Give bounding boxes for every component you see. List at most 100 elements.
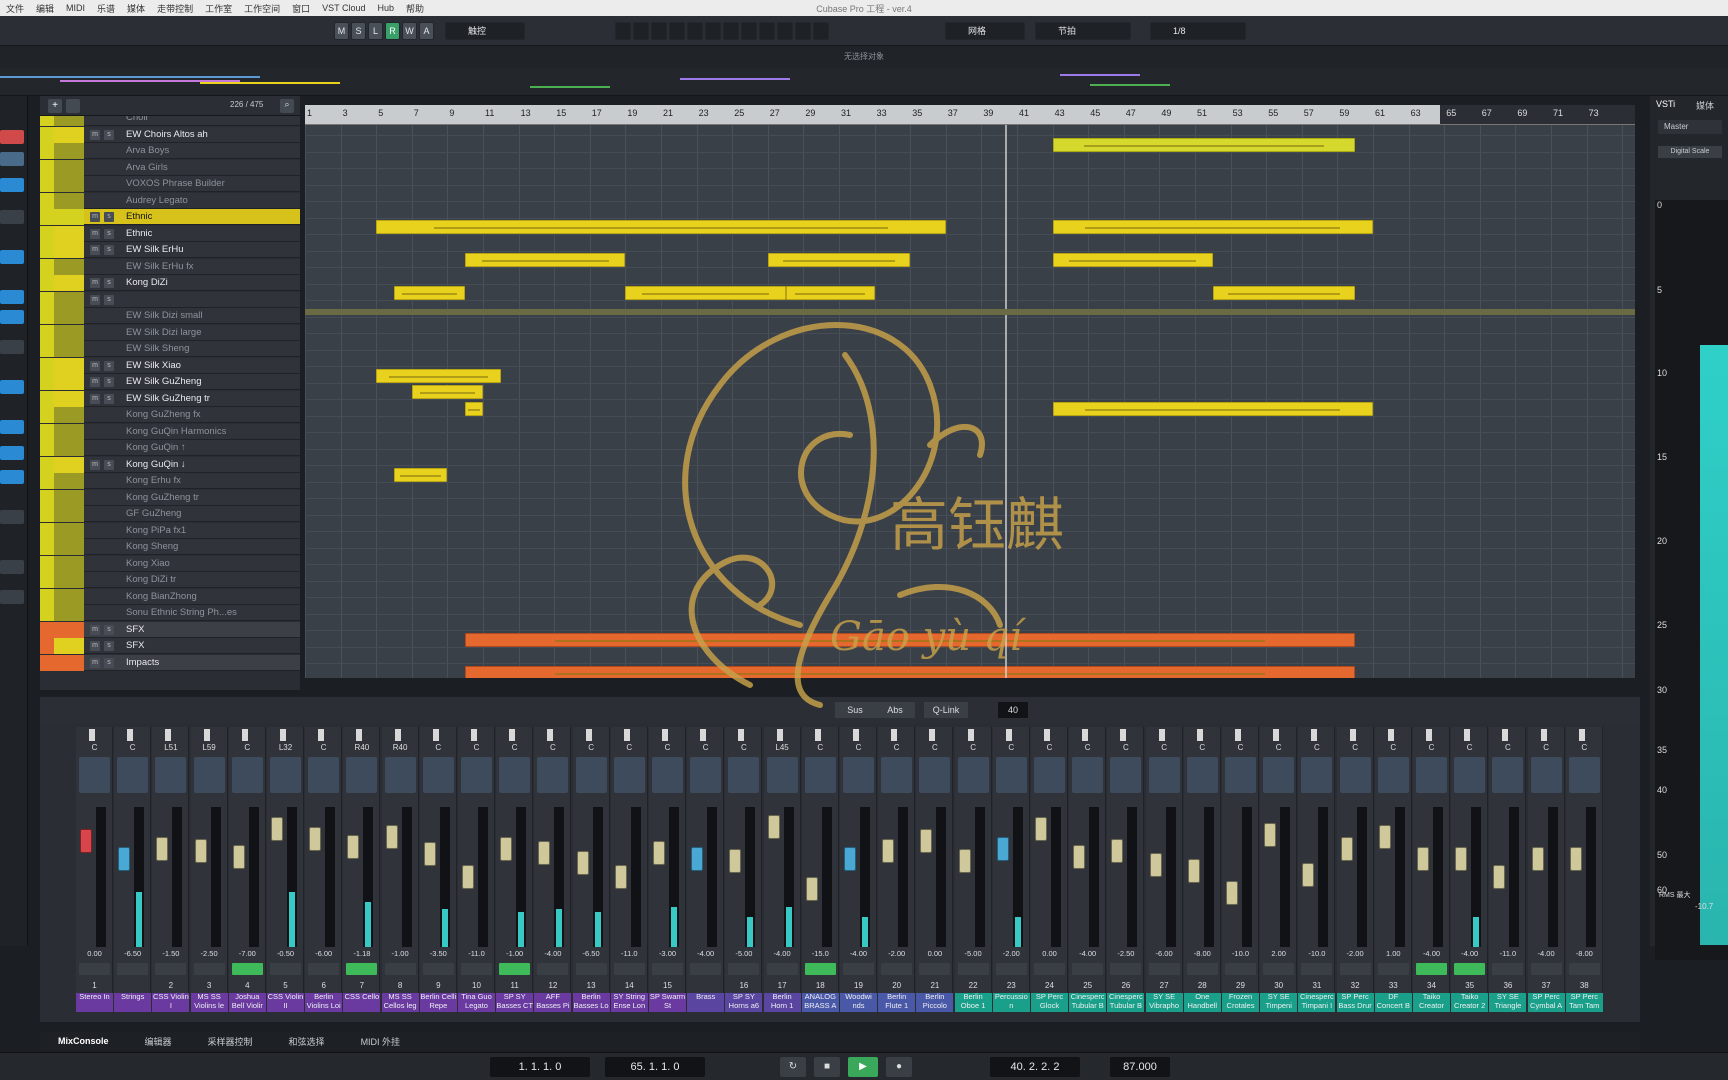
pan-knob[interactable] [165,729,172,741]
track-row[interactable]: m s Ethnic [40,209,300,225]
inspector-section-button[interactable] [0,560,24,574]
insert-slots[interactable] [79,757,110,793]
volume-fader[interactable] [1035,817,1047,841]
snap-dropdown[interactable]: 网格 [945,22,1025,40]
solo-button[interactable]: s [104,377,114,387]
volume-fader[interactable] [920,829,933,853]
track-row[interactable]: EW Silk Dizi small [40,308,300,324]
lower-zone-tab[interactable]: 采样器控制 [190,1035,271,1048]
pan-knob[interactable] [1082,729,1089,741]
track-row[interactable]: Kong GuZheng fx [40,407,300,423]
left-zone-inspector[interactable] [0,96,28,946]
monitor-button[interactable] [1301,963,1333,975]
inspector-section-button[interactable] [0,446,24,460]
menu-item[interactable]: 工作室 [199,2,238,15]
inspector-section-button[interactable] [0,470,24,484]
split-tool-icon[interactable] [651,22,667,40]
track-row[interactable]: Kong PiPa fx1 [40,522,300,539]
monitor-button[interactable] [384,963,416,975]
monitor-button[interactable] [728,963,760,975]
mixer-channel[interactable]: C -6.50 13 Berlin Basses Lo [572,727,610,1012]
add-track-button[interactable]: + [48,99,62,113]
mixer-channel[interactable]: L51 -1.50 2 CSS Violin I [152,727,190,1012]
mixer-channel[interactable]: C -10.0 29 Frozen Crotales [1222,727,1259,1012]
mixer-channel[interactable]: C -4.00 35 Taiko Creator 2 [1451,727,1489,1012]
mute-button[interactable]: m [90,228,100,239]
pan-knob[interactable] [1464,729,1471,741]
toolbar-button-s[interactable]: S [351,22,366,40]
mute-button[interactable]: m [90,459,100,470]
solo-button[interactable]: s [104,228,114,239]
monitor-button[interactable] [193,963,225,975]
inspector-section-button[interactable] [0,510,24,524]
monitor-button[interactable] [1034,963,1065,975]
mixer-channel[interactable]: C -4.00 37 SP Perc Cymbal A [1527,727,1565,1012]
monitor-button[interactable] [1148,963,1180,975]
mixer-channel[interactable]: C -8.00 38 SP Perc Tam Tam [1565,727,1603,1012]
menu-item[interactable]: Hub [371,3,400,13]
timewarp-tool-icon[interactable] [741,22,757,40]
track-row[interactable]: Arva Boys [40,143,300,159]
volume-fader[interactable] [996,837,1009,861]
pan-knob[interactable] [700,729,707,741]
channel-count[interactable]: 40 [998,702,1028,718]
volume-fader[interactable] [767,815,780,839]
tempo-display[interactable]: 87.000 [1110,1057,1170,1077]
volume-fader[interactable] [1569,847,1582,871]
pan-knob[interactable] [623,729,630,741]
pointer-tool-icon[interactable] [615,22,631,40]
insert-slots[interactable] [1225,757,1256,793]
track-row[interactable]: m s EW Silk ErHu [40,242,300,258]
inspector-section-button[interactable] [0,250,24,264]
master-output[interactable]: Master [1658,120,1722,134]
insert-slots[interactable] [1492,757,1524,793]
ruler[interactable]: 1 3 5 7 9 11 13 15 17 19 21 23 25 27 29 31 33 35 37 39 41 43 4… [305,105,1635,125]
volume-fader[interactable] [805,877,818,901]
mixer-channel[interactable]: C -5.00 16 SP SY Horns a6 [725,727,763,1012]
insert-slots[interactable] [1110,757,1142,793]
pan-knob[interactable] [432,729,439,741]
mixer-channel[interactable]: C -10.0 31 Cinesperc Timpani I [1298,727,1336,1012]
insert-slots[interactable] [690,757,722,793]
volume-fader[interactable] [1531,847,1544,871]
track-row[interactable]: Kong Xiao [40,555,300,572]
volume-fader[interactable] [423,842,436,866]
volume-fader[interactable] [1340,837,1353,861]
volume-fader[interactable] [576,851,589,875]
menu-item[interactable]: 帮助 [400,2,430,15]
volume-fader[interactable] [156,837,169,861]
insert-slots[interactable] [1416,757,1447,793]
insert-slots[interactable] [881,757,913,793]
menu-item[interactable]: VST Cloud [316,3,371,13]
mixer-channel[interactable]: C 2.00 30 SY SE Timpeni [1260,727,1298,1012]
monitor-button[interactable] [537,963,569,975]
midi-part[interactable] [376,220,946,234]
monitor-button[interactable] [308,963,340,975]
monitor-button[interactable] [1492,963,1524,975]
mute-button[interactable]: m [90,212,100,222]
midi-part[interactable] [465,665,1356,678]
mixer-channel[interactable]: C -6.50 Strings [114,727,152,1012]
insert-slots[interactable] [422,757,454,793]
mixer-channel[interactable]: C -15.0 18 ANALOG BRASS A [801,727,839,1012]
solo-button[interactable]: s [104,459,114,470]
track-row[interactable]: m s Impacts [40,654,300,671]
track-row[interactable]: Kong BianZhong [40,588,300,605]
volume-fader[interactable] [1149,853,1162,877]
volume-fader[interactable] [309,827,322,851]
insert-slots[interactable] [308,757,340,793]
erase-tool-icon[interactable] [687,22,703,40]
mixer-channel[interactable]: C -3.00 15 SP Swarm St [649,727,686,1012]
monitor-button[interactable] [1377,963,1409,975]
track-row[interactable]: Kong GuQin Harmonics [40,423,300,440]
mixer-channel[interactable]: C 0.00 1 Stereo In [76,727,113,1012]
mixer-channel[interactable]: C -11.0 36 SY SE Triangle [1489,727,1527,1012]
mute-button[interactable]: m [90,245,100,255]
monitor-button[interactable] [919,963,951,975]
menu-item[interactable]: MIDI [60,3,91,13]
volume-fader[interactable] [80,829,92,853]
pan-knob[interactable] [929,729,936,741]
insert-slots[interactable] [995,757,1027,793]
insert-slots[interactable] [1072,757,1104,793]
midi-part[interactable] [785,286,875,300]
